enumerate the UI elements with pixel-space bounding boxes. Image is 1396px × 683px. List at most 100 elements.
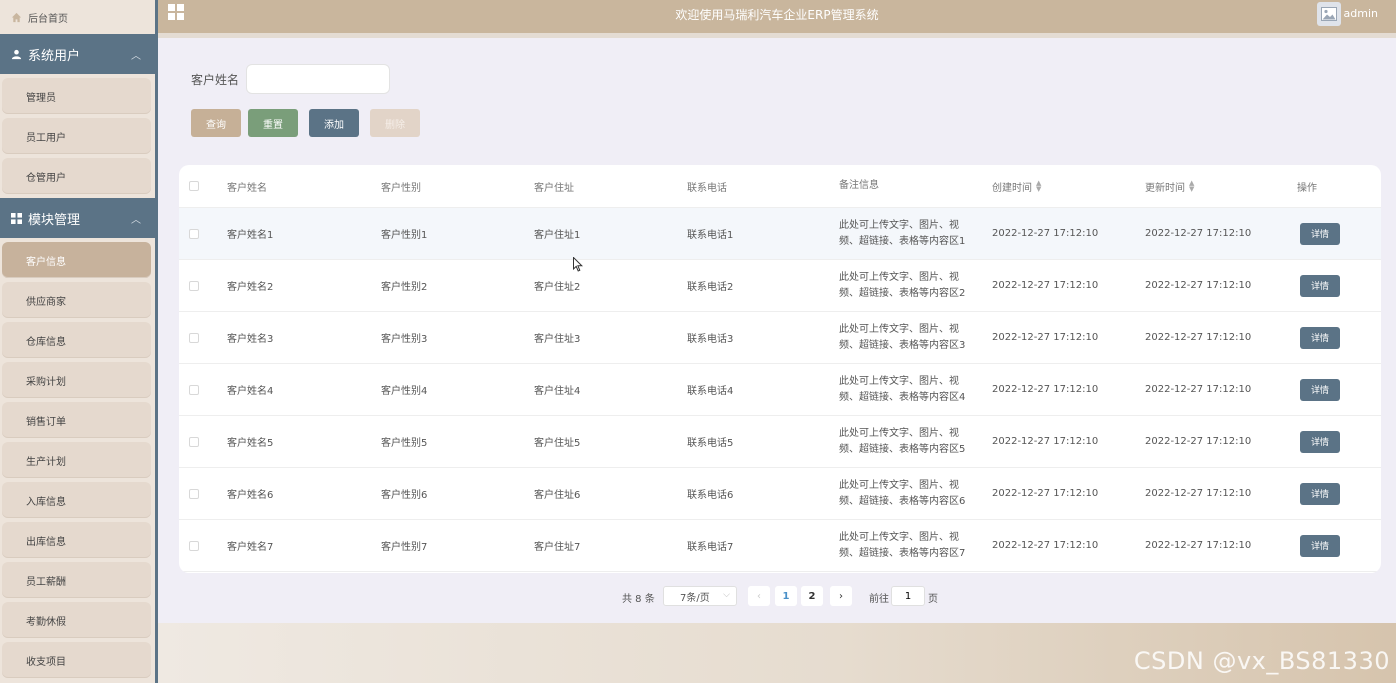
prev-page-button[interactable]: ‹ (748, 586, 770, 606)
detail-button[interactable]: 详情 (1300, 326, 1340, 349)
table-row[interactable]: 客户姓名5 客户性别5 客户住址5 联系电话5 此处可上传文字、图片、视频、超链接、表格… (179, 416, 1381, 468)
avatar[interactable] (1317, 2, 1341, 26)
cell-phone: 联系电话7 (687, 542, 734, 553)
sidebar-group-items: 管理员 员工用户 仓管用户 (0, 78, 155, 198)
sidebar-item-label: 后台首页 (28, 13, 68, 25)
page-size-value: 7条/页 (680, 592, 710, 604)
main-content: 客户姓名 查询 重置 添加 删除 客户姓名 客户性别 客户住址 联系电话 备注信… (158, 38, 1396, 623)
image-icon (1321, 7, 1337, 21)
cell-actions: 详情 (1297, 416, 1340, 467)
column-header-updated[interactable]: 更新时间 ▲ ▼ (1145, 165, 1194, 207)
customer-table: 客户姓名 客户性别 客户住址 联系电话 备注信息 创建时间 ▲ ▼ 更新时间 ▲ ▼… (179, 165, 1381, 573)
cell-address: 客户住址4 (534, 386, 581, 397)
reset-button[interactable]: 重置 (248, 109, 298, 137)
next-page-button[interactable]: › (830, 586, 852, 606)
row-checkbox[interactable] (189, 280, 199, 291)
cell-actions: 详情 (1297, 468, 1340, 519)
row-checkbox[interactable] (189, 436, 199, 447)
cell-created: 2022-12-27 17:12:10 (992, 332, 1099, 343)
cell-phone: 联系电话4 (687, 386, 734, 397)
page-size-select[interactable]: 7条/页 ⌵ (663, 586, 737, 606)
top-header: 欢迎使用马瑞利汽车企业ERP管理系统 admin (158, 0, 1396, 33)
sidebar-item-admin[interactable]: 管理员 (2, 78, 151, 114)
username[interactable]: admin (1344, 7, 1378, 20)
cell-created: 2022-12-27 17:12:10 (992, 228, 1099, 239)
cell-note: 此处可上传文字、图片、视频、超链接、表格等内容区7 (839, 531, 966, 559)
goto-page-input[interactable] (891, 586, 925, 606)
sidebar-item-finance-items[interactable]: 收支项目 (2, 642, 151, 678)
sidebar-item-warehouses[interactable]: 仓库信息 (2, 322, 151, 358)
sidebar-item-suppliers[interactable]: 供应商家 (2, 282, 151, 318)
cell-phone: 联系电话5 (687, 438, 734, 449)
delete-button[interactable]: 删除 (370, 109, 420, 137)
page-2-button[interactable]: 2 (801, 586, 823, 606)
sidebar-item-purchase-plans[interactable]: 采购计划 (2, 362, 151, 398)
column-header-phone: 联系电话 (687, 182, 727, 194)
add-button[interactable]: 添加 (309, 109, 359, 137)
sidebar-item-stock-in[interactable]: 入库信息 (2, 482, 151, 518)
watermark: CSDN @vx_BS81330 (1133, 647, 1390, 675)
select-all-checkbox[interactable] (189, 181, 199, 191)
chevron-right-icon: › (839, 590, 843, 602)
search-button[interactable]: 查询 (191, 109, 241, 137)
sidebar-item-home[interactable]: 后台首页 (0, 0, 155, 34)
detail-button[interactable]: 详情 (1300, 534, 1340, 557)
cell-updated: 2022-12-27 17:12:10 (1145, 384, 1252, 395)
row-checkbox[interactable] (189, 332, 199, 343)
sidebar-item-customers[interactable]: 客户信息 (2, 242, 151, 278)
row-select-cell (189, 208, 199, 259)
cell-actions: 详情 (1297, 260, 1340, 311)
row-checkbox[interactable] (189, 488, 199, 499)
sort-icon[interactable]: ▲ ▼ (1036, 180, 1041, 193)
cell-sex: 客户性别1 (381, 230, 428, 241)
cell-created: 2022-12-27 17:12:10 (992, 384, 1099, 395)
row-select-cell (189, 364, 199, 415)
sidebar-item-sales-orders[interactable]: 销售订单 (2, 402, 151, 438)
cell-updated: 2022-12-27 17:12:10 (1145, 280, 1252, 291)
sidebar-group-items: 客户信息 供应商家 仓库信息 采购计划 销售订单 生产计划 入库信息 出库信息 … (0, 242, 155, 682)
cell-phone: 联系电话6 (687, 490, 734, 501)
cell-name: 客户姓名2 (227, 282, 274, 293)
detail-button[interactable]: 详情 (1300, 430, 1340, 453)
home-icon (10, 11, 22, 23)
detail-button[interactable]: 详情 (1300, 378, 1340, 401)
cell-actions: 详情 (1297, 208, 1340, 259)
cell-created: 2022-12-27 17:12:10 (992, 540, 1099, 551)
row-checkbox[interactable] (189, 384, 199, 395)
table-row[interactable]: 客户姓名3 客户性别3 客户住址3 联系电话3 此处可上传文字、图片、视频、超链接、表格… (179, 312, 1381, 364)
cell-note: 此处可上传文字、图片、视频、超链接、表格等内容区1 (839, 219, 966, 247)
table-row[interactable]: 客户姓名1 客户性别1 客户住址1 联系电话1 此处可上传文字、图片、视频、超链接、表格… (179, 208, 1381, 260)
cell-phone: 联系电话2 (687, 282, 734, 293)
table-row[interactable]: 客户姓名7 客户性别7 客户住址7 联系电话7 此处可上传文字、图片、视频、超链接、表格… (179, 520, 1381, 572)
cell-phone: 联系电话1 (687, 230, 734, 241)
column-header-created[interactable]: 创建时间 ▲ ▼ (992, 165, 1041, 207)
row-checkbox[interactable] (189, 540, 199, 551)
mouse-cursor-icon (573, 256, 584, 276)
cell-sex: 客户性别6 (381, 490, 428, 501)
cell-note: 此处可上传文字、图片、视频、超链接、表格等内容区4 (839, 375, 966, 403)
sidebar-item-payroll[interactable]: 员工薪酬 (2, 562, 151, 598)
sort-icon[interactable]: ▲ ▼ (1189, 180, 1194, 193)
cell-address: 客户住址5 (534, 438, 581, 449)
table-row[interactable]: 客户姓名2 客户性别2 客户住址2 联系电话2 此处可上传文字、图片、视频、超链接、表格… (179, 260, 1381, 312)
detail-button[interactable]: 详情 (1300, 274, 1340, 297)
row-checkbox[interactable] (189, 228, 199, 239)
detail-button[interactable]: 详情 (1300, 482, 1340, 505)
user-icon (10, 48, 22, 60)
row-select-cell (189, 468, 199, 519)
cell-created: 2022-12-27 17:12:10 (992, 488, 1099, 499)
pagination: 共 8 条 7条/页 ⌵ ‹ 1 2 › 前往 页 (158, 586, 1396, 608)
detail-button[interactable]: 详情 (1300, 222, 1340, 245)
sidebar-group-system-users[interactable]: 系统用户 ︿ (0, 34, 155, 74)
sidebar-item-warehouse-users[interactable]: 仓管用户 (2, 158, 151, 194)
customer-name-search-input[interactable] (246, 64, 390, 94)
sidebar-item-attendance[interactable]: 考勤休假 (2, 602, 151, 638)
sidebar-group-modules[interactable]: 模块管理 ︿ (0, 198, 155, 238)
page-1-button[interactable]: 1 (775, 586, 797, 606)
sidebar-item-production-plans[interactable]: 生产计划 (2, 442, 151, 478)
search-label: 客户姓名 (191, 73, 240, 87)
sidebar-item-staff-users[interactable]: 员工用户 (2, 118, 151, 154)
sidebar-item-stock-out[interactable]: 出库信息 (2, 522, 151, 558)
table-row[interactable]: 客户姓名6 客户性别6 客户住址6 联系电话6 此处可上传文字、图片、视频、超链接、表格… (179, 468, 1381, 520)
table-row[interactable]: 客户姓名4 客户性别4 客户住址4 联系电话4 此处可上传文字、图片、视频、超链接、表格… (179, 364, 1381, 416)
